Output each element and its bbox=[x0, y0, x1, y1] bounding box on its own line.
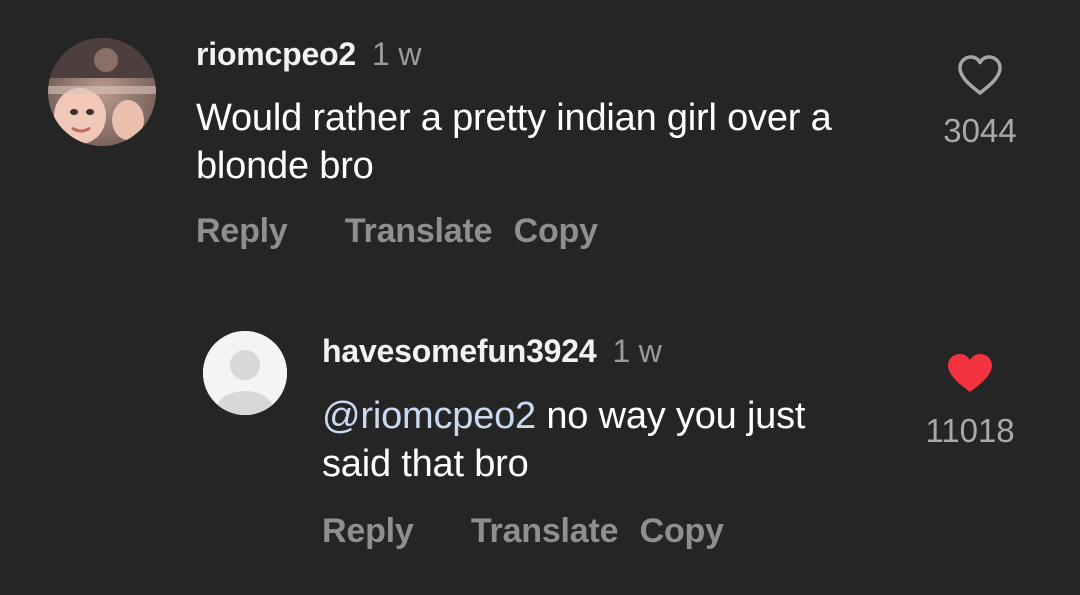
avatar[interactable] bbox=[203, 331, 287, 415]
like-count: 3044 bbox=[943, 112, 1017, 149]
translate-button[interactable]: Translate bbox=[345, 212, 493, 251]
comment-text: Would rather a pretty indian girl over a… bbox=[196, 94, 916, 190]
user-photo-avatar-icon bbox=[48, 38, 156, 146]
mention-link[interactable]: @riomcpeo2 bbox=[322, 395, 536, 437]
comment-actions: Reply Translate Copy bbox=[322, 512, 724, 551]
comment-username[interactable]: havesomefun3924 1 w bbox=[322, 333, 662, 370]
heart-outline-icon[interactable] bbox=[956, 54, 1004, 96]
username-text[interactable]: riomcpeo2 bbox=[196, 36, 356, 72]
heart-filled-icon[interactable] bbox=[946, 352, 994, 394]
comment-text: @riomcpeo2 no way you just said that bro bbox=[322, 392, 922, 488]
comment-text-segment: no way you just bbox=[536, 395, 806, 437]
copy-button[interactable]: Copy bbox=[640, 512, 724, 551]
default-user-avatar-icon bbox=[203, 331, 287, 415]
reply-button[interactable]: Reply bbox=[322, 512, 414, 551]
comment-timestamp: 1 w bbox=[612, 333, 662, 369]
copy-button[interactable]: Copy bbox=[514, 212, 598, 251]
comment-actions: Reply Translate Copy bbox=[196, 212, 598, 251]
like-count: 11018 bbox=[925, 412, 1015, 449]
comment-timestamp: 1 w bbox=[372, 36, 422, 72]
username-text[interactable]: havesomefun3924 bbox=[322, 333, 597, 369]
comment-text-line: @riomcpeo2 no way you just bbox=[322, 392, 922, 440]
comment-username[interactable]: riomcpeo2 1 w bbox=[196, 36, 421, 73]
comment-text-line: said that bro bbox=[322, 443, 529, 485]
avatar[interactable] bbox=[48, 38, 156, 146]
comment-text-line: Would rather a pretty indian girl over a bbox=[196, 97, 832, 139]
reply-button[interactable]: Reply bbox=[196, 212, 288, 251]
comment-text-line: blonde bro bbox=[196, 145, 374, 187]
translate-button[interactable]: Translate bbox=[471, 512, 619, 551]
